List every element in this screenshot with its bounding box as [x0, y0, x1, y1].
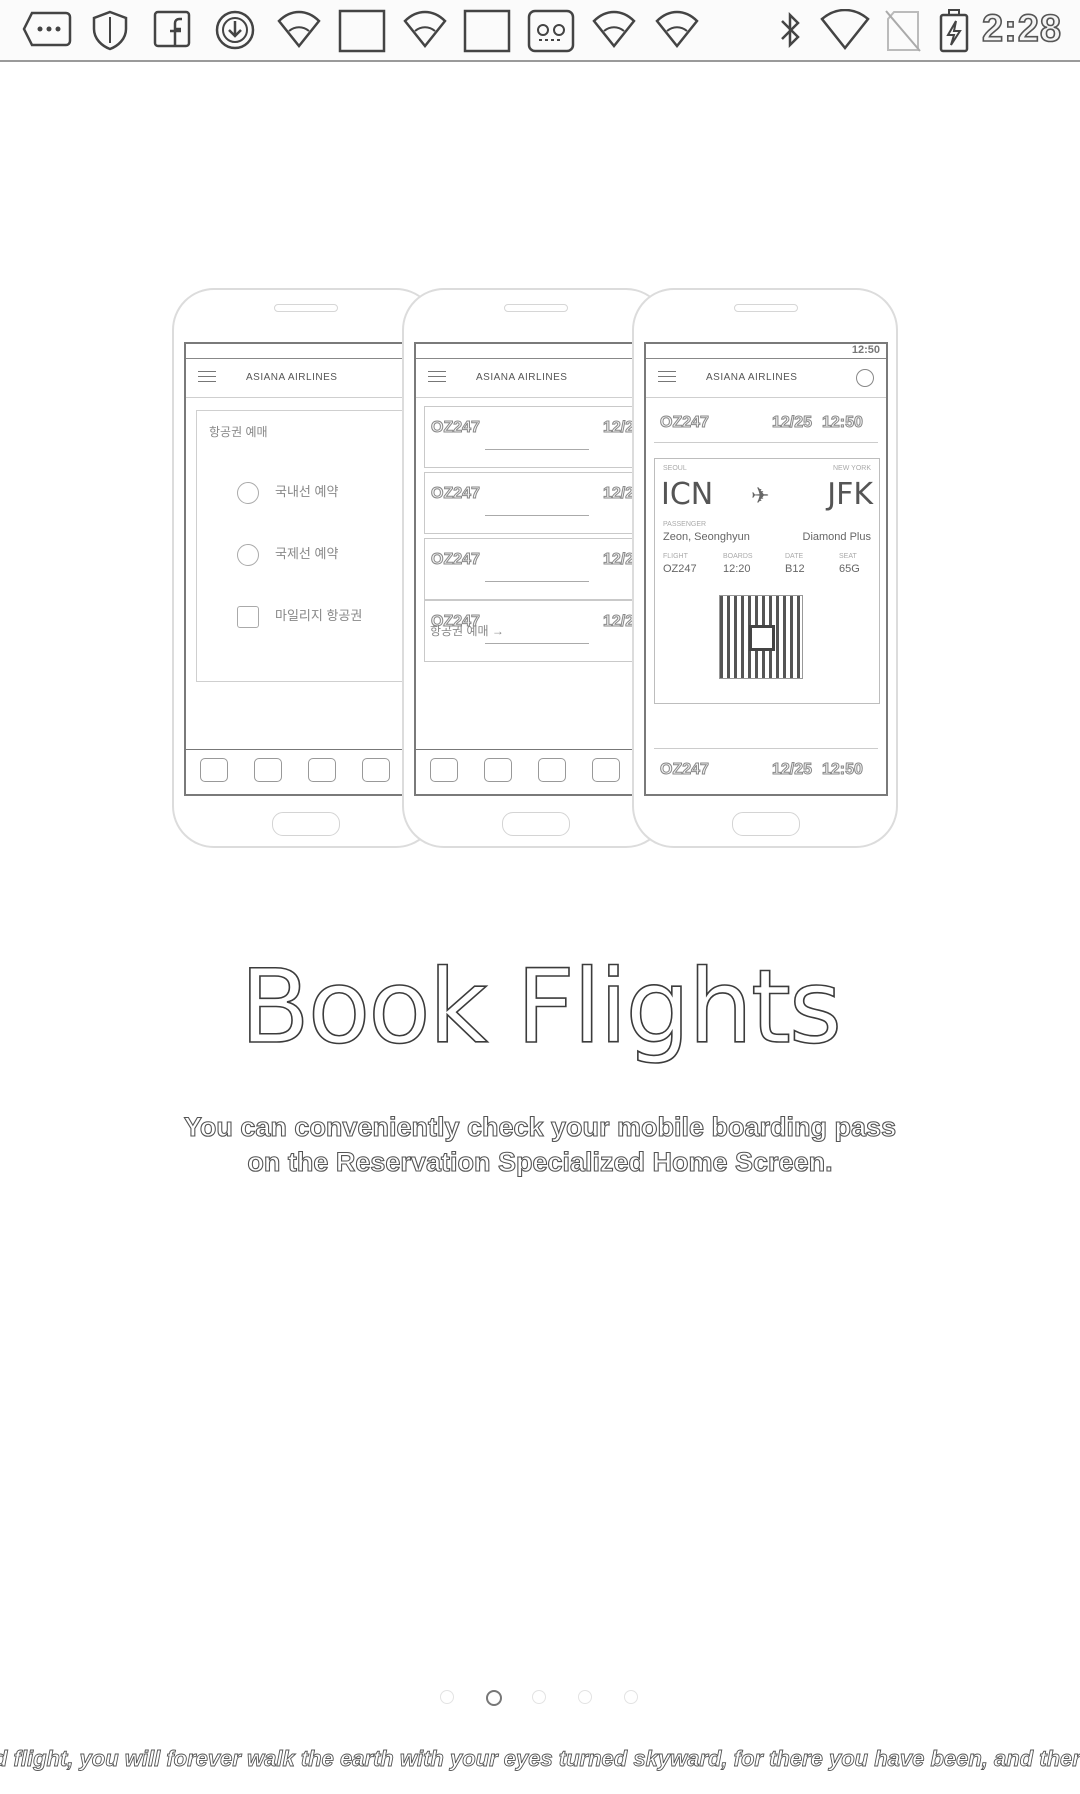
status-bar: 2:28 — [0, 0, 1080, 62]
plane-icon — [362, 758, 390, 782]
page-dot-active[interactable] — [486, 1690, 502, 1706]
flight-card: OZ247 12/25 — [424, 406, 650, 468]
phones-illustration: ASIANA AIRLINES 항공권 예매 국내선 예약 국제선 예약 마일리… — [160, 288, 920, 848]
ticket-icon — [237, 605, 259, 628]
flight-card: OZ247 12/25 — [424, 472, 650, 534]
board-icon — [308, 758, 336, 782]
wifi-icon — [592, 9, 636, 49]
shield-icon — [90, 9, 130, 51]
subtitle-line-1: You can conveniently check your mobile b… — [183, 1111, 897, 1142]
phone-speaker — [734, 304, 798, 312]
phone-tab-bar — [186, 749, 426, 794]
brand-logo: ASIANA AIRLINES — [706, 372, 798, 383]
airplane-icon: ✈ — [751, 483, 770, 508]
location-pin-icon — [237, 481, 259, 504]
book-more-link: 항공권 예매 → — [430, 624, 504, 638]
qr-code — [719, 595, 803, 679]
plane-icon — [592, 758, 620, 782]
boarding-pass-area: OZ247 12/25 12:50 SEOUL NEW YORK ICN ✈ J… — [646, 398, 886, 794]
flight-card: OZ247 12/25 — [424, 538, 650, 600]
phone-home-button — [272, 812, 340, 836]
no-sim-icon — [884, 9, 922, 53]
more-icon[interactable] — [22, 9, 72, 49]
page-dot[interactable] — [624, 1690, 638, 1704]
phone-app-header: ASIANA AIRLINES — [416, 359, 656, 398]
phone-home-button — [732, 812, 800, 836]
brand-logo: ASIANA AIRLINES — [246, 372, 338, 383]
menu-item-international: 국제선 예약 — [237, 543, 338, 566]
phone-mockup-flights: ASIANA AIRLINES OZ247 12/25 OZ247 12/25 OZ… — [402, 288, 668, 848]
passenger-name: Zeon, Seonghyun — [663, 531, 750, 543]
wifi-signal-icon — [820, 9, 870, 51]
status-time: 2:28 — [981, 7, 1062, 51]
wifi-icon — [277, 9, 321, 49]
download-icon — [214, 9, 256, 51]
boarding-pass: SEOUL NEW YORK ICN ✈ JFK PASSENGER Zeon,… — [654, 458, 880, 704]
page-dot[interactable] — [532, 1690, 546, 1704]
checkin-icon — [484, 758, 512, 782]
page-dot[interactable] — [578, 1690, 592, 1704]
page-subtitle: You can conveniently check your mobile b… — [0, 1110, 1080, 1180]
hamburger-icon — [198, 371, 216, 386]
page-title: Book Flights — [239, 947, 843, 1068]
boarding-pass-header: OZ247 12/25 12:50 — [654, 402, 878, 443]
phone-status-bar — [186, 344, 426, 359]
voicemail-icon — [527, 9, 575, 53]
facebook-icon — [153, 9, 191, 49]
subtitle-line-2: on the Reservation Specialized Home Scre… — [247, 1146, 833, 1177]
profile-icon — [856, 369, 874, 387]
phone-screen: ASIANA AIRLINES 항공권 예매 국내선 예약 국제선 예약 마일리… — [184, 342, 428, 796]
booking-menu-card: 항공권 예매 국내선 예약 국제선 예약 마일리지 항공권 — [196, 410, 418, 682]
phone-screen: ASIANA AIRLINES OZ247 12/25 OZ247 12/25 OZ… — [414, 342, 658, 796]
globe-icon — [237, 543, 259, 566]
square-icon — [463, 9, 511, 53]
phone-mockup-menu: ASIANA AIRLINES 항공권 예매 국내선 예약 국제선 예약 마일리… — [172, 288, 438, 848]
page-indicator — [440, 1690, 640, 1710]
seat-icon — [200, 758, 228, 782]
phone-mockup-boarding-pass: 12:50 ASIANA AIRLINES OZ247 12/25 12:50 … — [632, 288, 898, 848]
booking-menu-title: 항공권 예매 — [209, 425, 268, 439]
battery-charging-icon — [938, 9, 970, 53]
menu-item-domestic: 국내선 예약 — [237, 481, 338, 504]
hamburger-icon — [428, 371, 446, 386]
hamburger-icon — [658, 371, 676, 386]
origin-code: ICN — [661, 477, 714, 512]
seat-icon — [430, 758, 458, 782]
phone-tab-bar — [416, 749, 656, 794]
phone-app-header: ASIANA AIRLINES — [186, 359, 426, 398]
phone-status-bar — [416, 344, 656, 359]
wifi-icon — [403, 9, 447, 49]
brand-logo: ASIANA AIRLINES — [476, 372, 568, 383]
square-icon — [338, 9, 386, 53]
phone-speaker — [274, 304, 338, 312]
marquee-quote: d flight, you will forever walk the eart… — [0, 1746, 1080, 1771]
passenger-tier: Diamond Plus — [802, 531, 871, 543]
checkin-icon — [254, 758, 282, 782]
phone-speaker — [504, 304, 568, 312]
boarding-pass-next: OZ247 12/25 12:50 — [654, 748, 878, 789]
wifi-icon — [655, 9, 699, 49]
phone-status-bar: 12:50 — [646, 344, 886, 359]
page-dot[interactable] — [440, 1690, 454, 1704]
phone-home-button — [502, 812, 570, 836]
destination-code: JFK — [827, 477, 873, 512]
phone-app-header: ASIANA AIRLINES — [646, 359, 886, 398]
menu-item-mileage: 마일리지 항공권 — [237, 605, 362, 628]
phone-screen: 12:50 ASIANA AIRLINES OZ247 12/25 12:50 … — [644, 342, 888, 796]
board-icon — [538, 758, 566, 782]
bluetooth-icon — [776, 9, 804, 51]
